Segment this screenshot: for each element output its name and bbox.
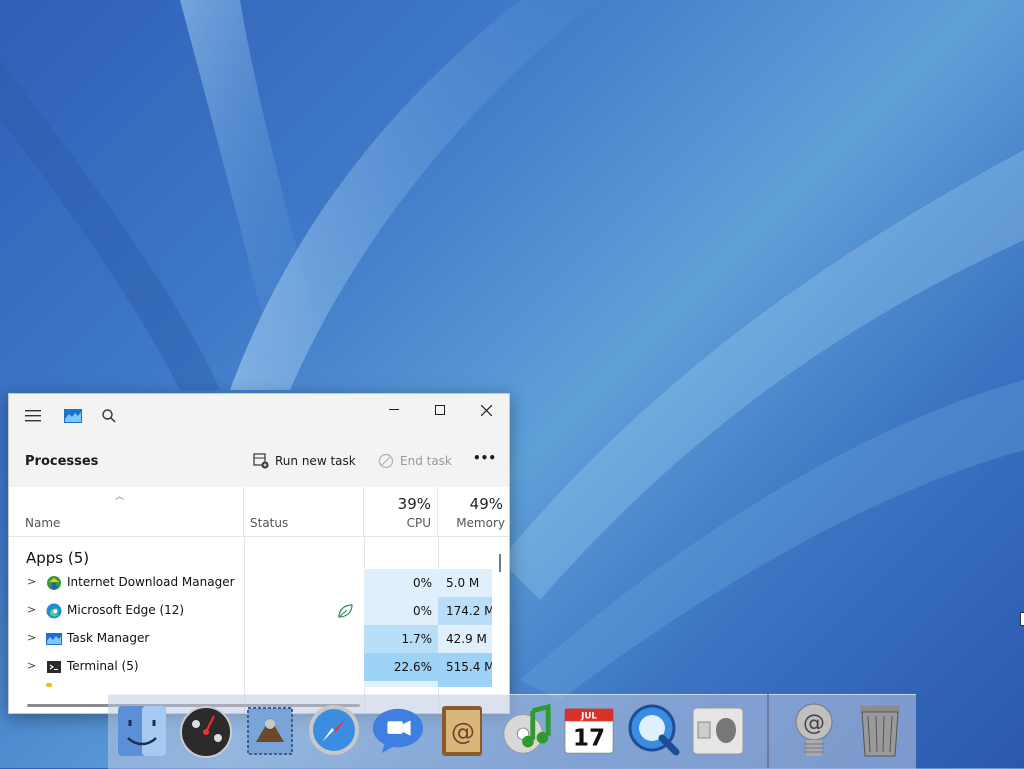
page-title: Processes <box>25 454 99 469</box>
column-header-status[interactable]: Status <box>244 487 364 537</box>
mail-icon[interactable] <box>242 700 298 760</box>
process-table: ︿ Name Status 39% CPU 49% Memory Apps (5… <box>9 487 509 713</box>
process-memory: 174.2 M <box>438 597 492 625</box>
process-cpu: 0% <box>364 569 438 597</box>
column-header-cpu[interactable]: 39% CPU <box>364 487 438 537</box>
column-header-name[interactable]: ︿ Name <box>9 487 244 537</box>
title-bar <box>9 394 509 439</box>
end-task-label: End task <box>400 454 452 468</box>
column-status-label: Status <box>250 516 289 530</box>
finder-icon[interactable] <box>114 700 170 760</box>
dashboard-icon[interactable] <box>178 700 234 760</box>
minimize-button[interactable] <box>371 394 417 426</box>
itunes-icon[interactable] <box>498 700 554 760</box>
command-bar: Processes Run new task End task ••• <box>9 439 509 487</box>
process-memory: 5.0 M <box>438 569 492 597</box>
ichat-icon[interactable] <box>370 700 426 760</box>
cpu-total-percent: 39% <box>397 495 431 513</box>
system-preferences-icon[interactable] <box>690 700 746 760</box>
more-options-button[interactable]: ••• <box>473 451 496 465</box>
process-name: Microsoft Edge (12) <box>67 603 185 617</box>
partial-row-memory <box>438 681 492 687</box>
expand-chevron-icon[interactable]: > <box>27 575 36 588</box>
dock-separator <box>767 694 769 768</box>
search-icon[interactable] <box>97 404 121 428</box>
close-button[interactable] <box>463 394 509 426</box>
svg-text:@: @ <box>451 718 475 746</box>
terminal-icon <box>47 661 61 673</box>
quicktime-icon[interactable] <box>626 700 682 760</box>
address-book-icon[interactable]: @ <box>434 700 490 760</box>
task-manager-icon <box>46 633 62 645</box>
column-name-label: Name <box>25 516 61 530</box>
process-name: Task Manager <box>67 631 150 645</box>
process-memory: 42.9 M <box>438 625 492 653</box>
partial-row-icon <box>46 683 52 687</box>
expand-chevron-icon[interactable]: > <box>27 631 36 644</box>
expand-chevron-icon[interactable]: > <box>27 659 36 672</box>
ical-day: 17 <box>573 724 605 751</box>
process-name: Terminal (5) <box>67 659 139 673</box>
process-cpu: 0% <box>364 597 438 625</box>
svg-text:@: @ <box>803 711 825 736</box>
run-task-icon <box>253 453 269 469</box>
task-manager-icon <box>61 404 85 428</box>
end-task-button[interactable]: End task <box>378 453 452 469</box>
table-row[interactable]: > Microsoft Edge (12) 0% 174.2 M <box>9 597 492 625</box>
end-task-icon <box>378 453 394 469</box>
ical-icon[interactable]: JUL 17 <box>562 700 618 760</box>
maximize-button[interactable] <box>417 394 463 426</box>
efficiency-mode-leaf-icon <box>338 604 353 618</box>
edge-icon <box>46 603 62 619</box>
group-title-apps: Apps (5) <box>26 549 90 567</box>
vertical-scrollbar[interactable] <box>499 554 501 572</box>
column-cpu-label: CPU <box>406 516 431 530</box>
run-new-task-label: Run new task <box>275 454 356 468</box>
memory-total-percent: 49% <box>469 495 503 513</box>
hamburger-icon[interactable] <box>21 404 45 428</box>
column-memory-label: Memory <box>456 516 505 530</box>
safari-icon[interactable] <box>306 700 362 760</box>
ical-month: JUL <box>580 711 597 721</box>
sort-up-icon: ︿ <box>115 492 125 502</box>
process-name: Internet Download Manager (I... <box>67 575 239 589</box>
trash-icon[interactable] <box>852 700 908 760</box>
column-header-memory[interactable]: 49% Memory <box>438 487 509 537</box>
process-memory: 515.4 M <box>438 653 492 681</box>
process-cpu: 1.7% <box>364 625 438 653</box>
internet-connect-icon[interactable]: @ <box>786 700 842 760</box>
table-row[interactable]: > Terminal (5) 22.6% 515.4 M <box>9 653 492 681</box>
idm-icon <box>47 576 61 590</box>
run-new-task-button[interactable]: Run new task <box>253 453 356 469</box>
mouse-cursor <box>1020 612 1024 626</box>
process-cpu: 22.6% <box>364 653 438 681</box>
table-row[interactable]: > Task Manager 1.7% 42.9 M <box>9 625 492 653</box>
table-row[interactable]: > Internet Download Manager (I... 0% 5.0… <box>9 569 492 597</box>
partial-row-cpu <box>364 681 438 687</box>
task-manager-window: Processes Run new task End task ••• ︿ Na… <box>8 393 510 714</box>
expand-chevron-icon[interactable]: > <box>27 603 36 616</box>
